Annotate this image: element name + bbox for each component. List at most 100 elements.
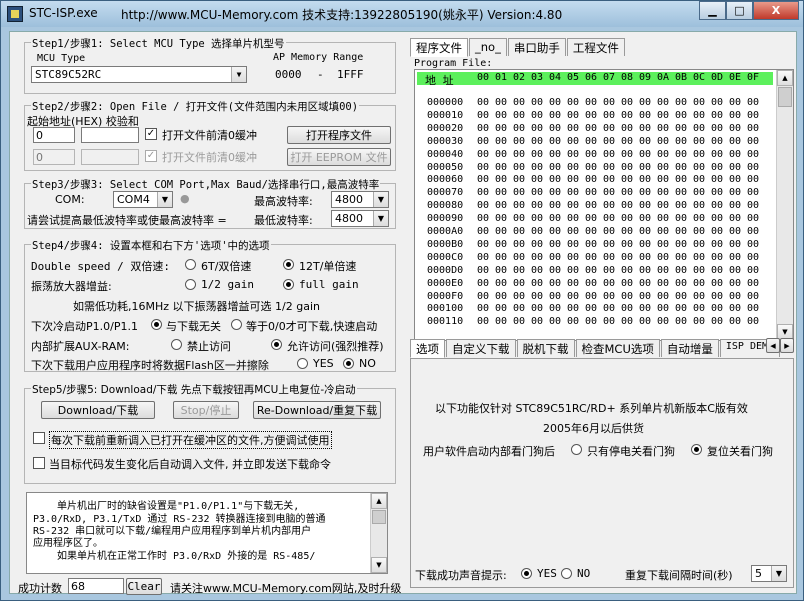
radio-sound-yes[interactable]: [521, 568, 532, 579]
hex-scrollbar[interactable]: ▲ ▼: [776, 70, 793, 340]
hex-cell: 00: [549, 316, 562, 328]
radio-watchdog-reset[interactable]: [691, 444, 702, 455]
hex-cell: 00: [621, 226, 634, 237]
hex-cell: 00: [585, 264, 598, 276]
open-program-button[interactable]: 打开程序文件: [287, 126, 391, 144]
min-baud-select[interactable]: 4800 ▼: [331, 210, 389, 227]
maximize-button[interactable]: □: [726, 1, 753, 20]
stop-button[interactable]: Stop/停止: [173, 401, 239, 419]
success-count-value[interactable]: 68: [68, 578, 124, 594]
hex-cell: 00: [603, 135, 616, 147]
hex-cell: 00: [513, 200, 526, 212]
chevron-down-icon: ▼: [771, 566, 786, 581]
eeprom-address-input[interactable]: 0: [33, 149, 75, 165]
radio-sound-no[interactable]: [561, 568, 572, 579]
hex-cell: 00: [585, 148, 598, 160]
hex-view[interactable]: 地 址 00 01 02 03 04 05 06 07 08 09 0A 0B 0C 0D 0E 0F 000…: [414, 69, 794, 341]
scroll-thumb[interactable]: [372, 510, 386, 524]
ap-end: 1FFF: [337, 68, 364, 81]
hex-cell: 00: [747, 174, 760, 186]
watchdog-label: 用户软件启动内部看门狗后: [423, 445, 555, 458]
repeat-interval-select[interactable]: 5 ▼: [751, 565, 787, 582]
eeprom-checksum-input[interactable]: [81, 149, 139, 165]
radio-full-gain[interactable]: [283, 279, 294, 290]
start-address-input[interactable]: 0: [33, 127, 75, 143]
scroll-up-icon[interactable]: ▲: [371, 493, 387, 509]
tab-offline-download[interactable]: 脱机下载: [516, 339, 575, 357]
min-baud-value: 4800: [335, 212, 363, 225]
title-bar[interactable]: STC-ISP.exe http://www.MCU-Memory.com 技术…: [1, 1, 803, 27]
hex-cell: 00: [531, 277, 544, 289]
radio-unrelated[interactable]: [151, 319, 162, 330]
hex-cell: 00: [531, 187, 544, 199]
scroll-thumb[interactable]: [778, 87, 792, 107]
hex-cell: 00: [639, 122, 652, 134]
tab-serial-assistant[interactable]: 串口助手: [507, 38, 566, 56]
download-button[interactable]: Download/下载: [41, 401, 155, 419]
hex-cell: 00: [495, 161, 508, 173]
radio-equal-00[interactable]: [231, 319, 242, 330]
clear-count-button[interactable]: Clear: [126, 578, 162, 595]
hex-cell: 00: [477, 264, 490, 276]
info-textarea[interactable]: 单片机出厂时的缺省设置是"P1.0/P1.1"与下载无关, P3.0/RxD, …: [26, 492, 388, 574]
close-button[interactable]: X: [753, 1, 799, 20]
open-eeprom-button[interactable]: 打开 EEPROM 文件: [287, 148, 391, 166]
hex-cell: 00: [549, 290, 562, 302]
max-baud-select[interactable]: 4800 ▼: [331, 191, 389, 208]
clear-buffer2-checkbox[interactable]: ✓: [145, 150, 157, 162]
clear-buffer2-label: 打开文件前清0缓冲: [162, 151, 257, 164]
hex-cell: 00: [675, 135, 688, 147]
com-port-select[interactable]: COM4 ▼: [113, 191, 173, 208]
radio-allow[interactable]: [271, 339, 282, 350]
tab-check-mcu[interactable]: 检查MCU选项: [575, 339, 660, 357]
tab-custom-download[interactable]: 自定义下载: [446, 339, 516, 357]
tab-no[interactable]: _no_: [469, 38, 507, 56]
tab-auto-increment[interactable]: 自动增量: [660, 339, 719, 357]
max-baud-value: 4800: [335, 193, 363, 206]
hex-cell: 00: [711, 122, 724, 134]
mcu-type-select[interactable]: STC89C52RC ▼: [31, 66, 247, 83]
hex-cell: 00: [747, 200, 760, 212]
hex-cell: 00: [567, 148, 580, 160]
tab-scroll-right-icon[interactable]: ▶: [780, 338, 794, 353]
radio-forbid[interactable]: [171, 339, 182, 350]
hex-cell: 00: [747, 277, 760, 289]
radio-half-gain[interactable]: [185, 279, 196, 290]
hex-cell: 00: [495, 148, 508, 160]
hex-row-address: 000080: [427, 200, 464, 212]
hex-cell: 00: [495, 264, 508, 276]
checksum-input[interactable]: [81, 127, 139, 143]
clear-buffer-checkbox[interactable]: ✓: [145, 128, 157, 140]
radio-6t[interactable]: [185, 259, 196, 270]
scroll-up-icon[interactable]: ▲: [777, 70, 793, 86]
radio-12t[interactable]: [283, 259, 294, 270]
hex-cell: 00: [621, 97, 634, 108]
tab-project-file[interactable]: 工程文件: [566, 38, 625, 56]
hex-cell: 00: [495, 135, 508, 147]
info-scrollbar[interactable]: ▲ ▼: [370, 493, 387, 573]
minimize-button[interactable]: ▁: [699, 1, 726, 20]
hex-cell: 00: [747, 290, 760, 302]
hex-cell: 00: [585, 251, 598, 263]
radio-watchdog-power[interactable]: [571, 444, 582, 455]
reload-buffer-checkbox[interactable]: [33, 432, 45, 444]
hex-cell: 00: [495, 109, 508, 121]
hex-cell: 00: [711, 213, 724, 225]
redownload-button[interactable]: Re-Download/重复下载: [253, 401, 381, 419]
tab-program-file[interactable]: 程序文件: [410, 38, 468, 57]
hex-cell: 00: [639, 161, 652, 173]
hex-cell: 00: [729, 226, 742, 237]
mcu-type-value: STC89C52RC: [35, 68, 102, 81]
tab-scroll-left-icon[interactable]: ◀: [766, 338, 780, 353]
opt-erase-yes-label: YES: [313, 357, 334, 370]
hex-cell: 00: [603, 148, 616, 160]
tab-options[interactable]: 选项: [410, 339, 445, 358]
hex-cell: 00: [603, 226, 616, 237]
hex-addr-header: 地 址: [425, 74, 454, 87]
hex-cell: 00: [639, 213, 652, 225]
hex-cell: 00: [477, 135, 490, 147]
radio-erase-no[interactable]: [343, 358, 354, 369]
scroll-down-icon[interactable]: ▼: [371, 557, 387, 573]
auto-reload-checkbox[interactable]: [33, 457, 45, 469]
radio-erase-yes[interactable]: [297, 358, 308, 369]
